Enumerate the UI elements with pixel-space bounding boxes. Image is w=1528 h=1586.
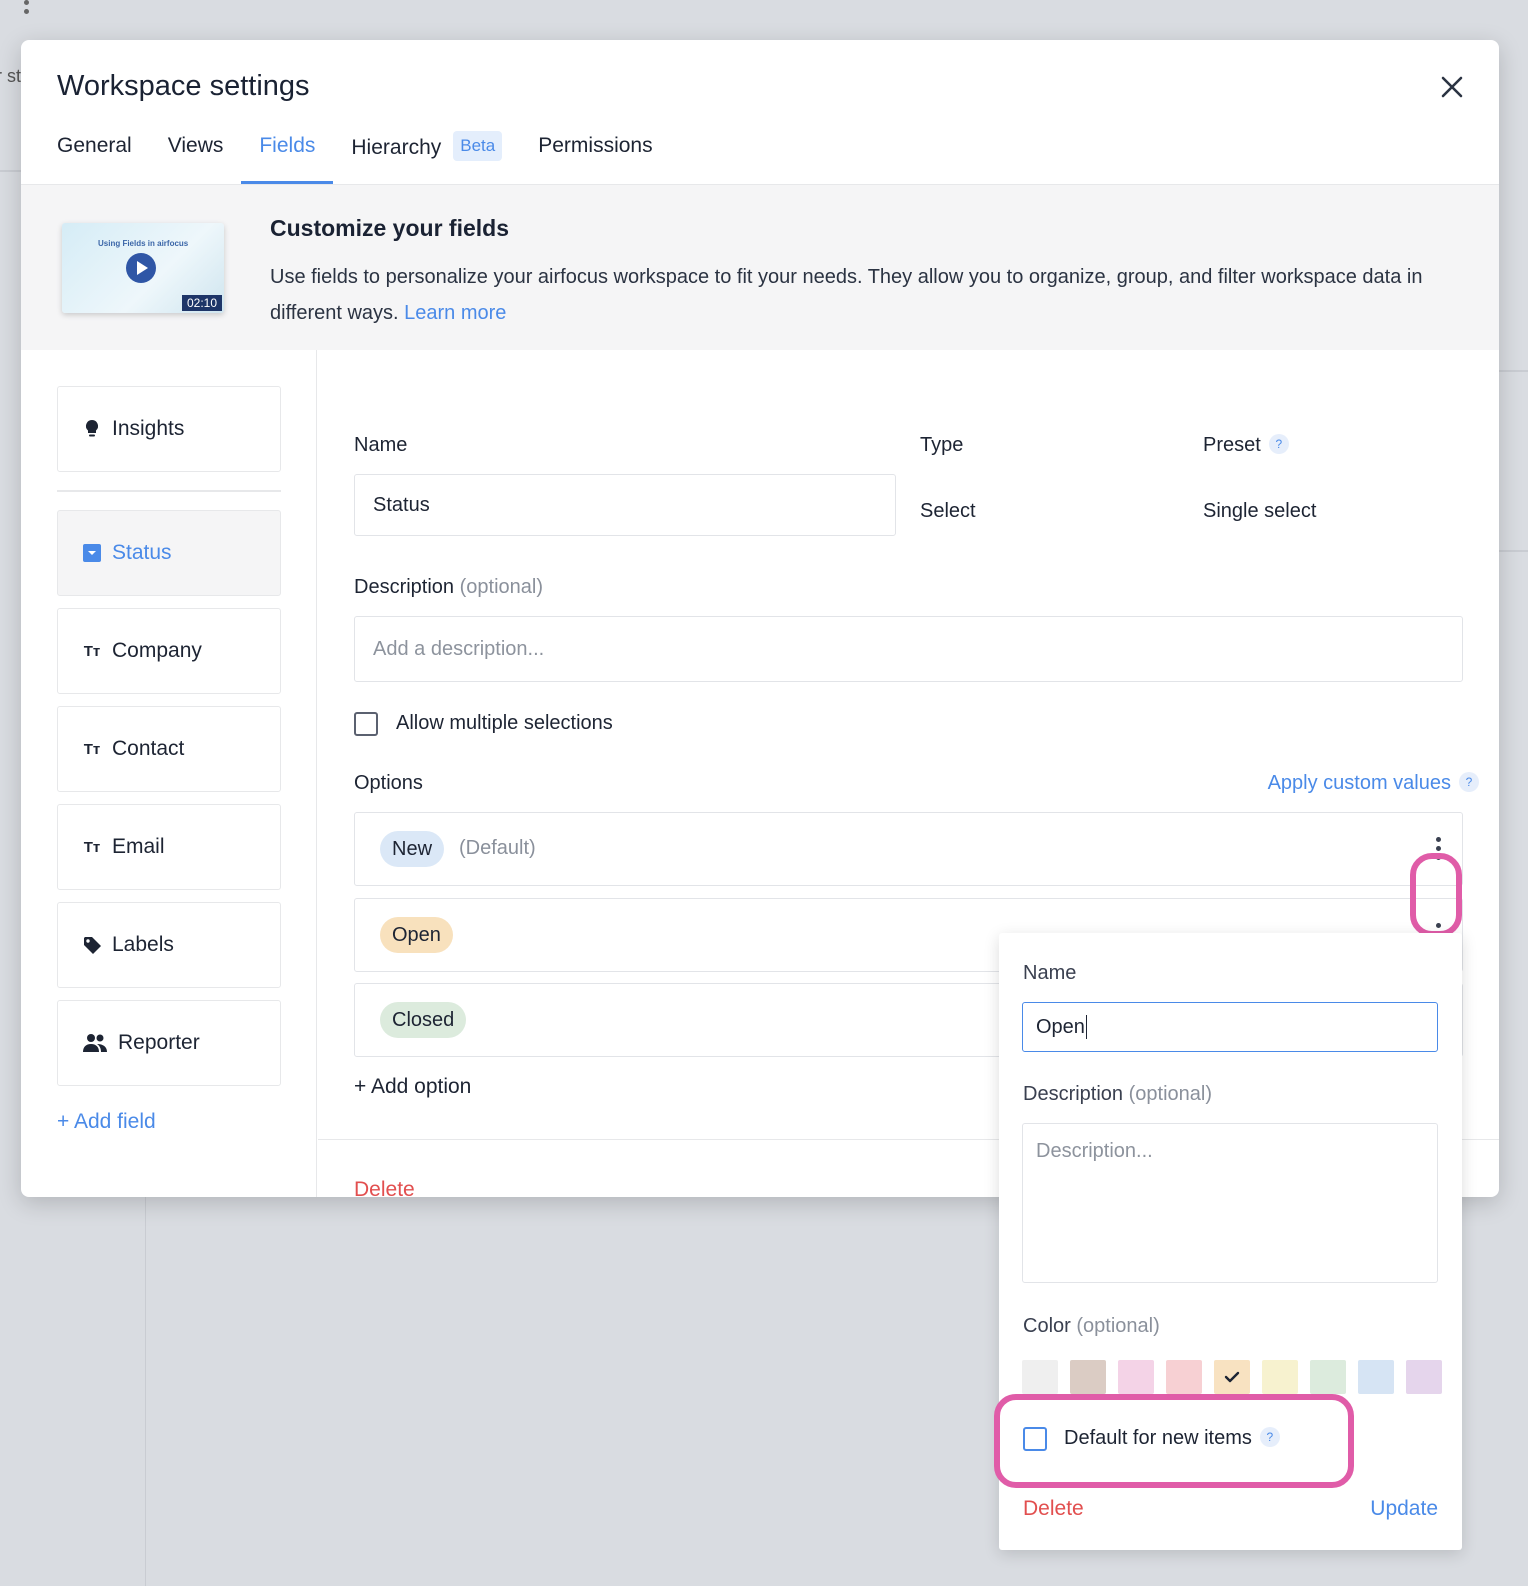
field-name-input[interactable]: Status	[354, 474, 896, 536]
apply-custom-values-link[interactable]: Apply custom values	[1268, 772, 1451, 794]
color-swatch[interactable]	[1262, 1360, 1298, 1394]
text-icon: Tт	[83, 642, 101, 660]
option-description-label: Description (optional)	[1023, 1083, 1212, 1105]
sidebar-item-label: Contact	[112, 737, 185, 760]
options-label: Options	[354, 772, 423, 794]
default-for-new-items-label: Default for new items?	[1064, 1426, 1280, 1450]
sidebar-item-labels[interactable]: Labels	[57, 902, 281, 988]
video-caption: Using Fields in airfocus	[98, 239, 189, 248]
banner-text: Use fields to personalize your airfocus …	[270, 266, 1423, 324]
sidebar-item-label: Insights	[112, 417, 185, 440]
option-pill: Open	[380, 917, 453, 953]
color-swatch[interactable]	[1070, 1360, 1106, 1394]
default-note: (Default)	[459, 837, 536, 859]
color-swatch[interactable]	[1406, 1360, 1442, 1394]
text-icon: Tт	[83, 838, 101, 856]
sidebar-separator	[57, 490, 281, 492]
name-label: Name	[354, 434, 408, 456]
sidebar-item-insights[interactable]: Insights	[57, 386, 281, 472]
default-for-new-items-checkbox[interactable]	[1023, 1427, 1047, 1451]
add-field-button[interactable]: + Add field	[57, 1110, 156, 1134]
tab-general[interactable]: General	[57, 124, 150, 184]
background-divider	[145, 1197, 146, 1586]
apply-custom-values: Apply custom values?	[1268, 771, 1479, 795]
text-icon: Tт	[83, 740, 101, 758]
color-swatches	[1022, 1360, 1442, 1394]
background-kebab-icon	[24, 0, 30, 18]
sidebar-item-label: Labels	[112, 933, 174, 956]
fields-sidebar: Insights Status Tт Company Tт Contact Tт…	[21, 350, 317, 1197]
play-icon[interactable]	[126, 253, 156, 283]
users-icon	[82, 1033, 108, 1053]
tab-permissions[interactable]: Permissions	[520, 124, 670, 184]
color-swatch[interactable]	[1118, 1360, 1154, 1394]
type-label: Type	[920, 434, 964, 456]
learn-more-link[interactable]: Learn more	[404, 302, 506, 324]
color-swatch[interactable]	[1358, 1360, 1394, 1394]
option-editor-popover: Name Open Description (optional) Descrip…	[999, 933, 1462, 1550]
preset-value: Single select	[1203, 500, 1317, 522]
sidebar-item-label: Status	[112, 541, 172, 564]
video-duration: 02:10	[181, 295, 222, 311]
tab-hierarchy[interactable]: Hierarchy Beta	[333, 124, 520, 184]
delete-option-button[interactable]: Delete	[1023, 1497, 1084, 1521]
option-description-input[interactable]: Description...	[1022, 1123, 1438, 1283]
help-icon[interactable]: ?	[1268, 433, 1289, 454]
tab-views[interactable]: Views	[150, 124, 242, 184]
description-label: Description (optional)	[354, 576, 543, 598]
field-description-input[interactable]: Add a description...	[354, 616, 1463, 682]
beta-badge: Beta	[453, 131, 503, 161]
color-swatch-selected[interactable]	[1214, 1360, 1250, 1394]
color-swatch[interactable]	[1310, 1360, 1346, 1394]
update-option-button[interactable]: Update	[1370, 1497, 1438, 1521]
sidebar-item-reporter[interactable]: Reporter	[57, 1000, 281, 1086]
option-name-input[interactable]: Open	[1022, 1002, 1438, 1052]
option-menu-icon[interactable]	[1432, 835, 1444, 863]
background-divider	[1499, 370, 1528, 372]
close-icon[interactable]	[1437, 72, 1467, 102]
sidebar-item-email[interactable]: Tт Email	[57, 804, 281, 890]
fields-info-banner: Using Fields in airfocus 02:10 Customize…	[21, 184, 1499, 350]
check-icon	[1224, 1371, 1240, 1383]
color-swatch[interactable]	[1166, 1360, 1202, 1394]
option-pill: New	[380, 831, 445, 867]
delete-field-button[interactable]: Delete	[354, 1178, 415, 1197]
tag-icon	[82, 936, 102, 955]
add-option-button[interactable]: + Add option	[354, 1075, 471, 1099]
background-divider	[0, 170, 21, 172]
lightbulb-icon	[82, 419, 102, 439]
preset-label: Preset?	[1203, 433, 1289, 457]
option-name-label: Name	[1023, 962, 1077, 984]
background-text: r st	[0, 66, 21, 86]
tab-fields[interactable]: Fields	[241, 124, 334, 184]
help-icon[interactable]: ?	[1259, 1426, 1280, 1447]
type-value: Select	[920, 500, 976, 522]
sidebar-item-company[interactable]: Tт Company	[57, 608, 281, 694]
option-row-new[interactable]: New (Default)	[354, 812, 1463, 886]
select-icon	[82, 544, 102, 562]
text-caret	[1085, 1015, 1088, 1039]
sidebar-item-label: Company	[112, 639, 202, 662]
sidebar-item-label: Email	[112, 835, 165, 858]
allow-multiple-checkbox[interactable]	[354, 712, 378, 736]
background-divider	[1499, 550, 1528, 552]
sidebar-item-label: Reporter	[118, 1031, 200, 1054]
color-swatch[interactable]	[1022, 1360, 1058, 1394]
modal-title: Workspace settings	[57, 70, 310, 102]
sidebar-item-contact[interactable]: Tт Contact	[57, 706, 281, 792]
option-color-label: Color (optional)	[1023, 1315, 1160, 1337]
settings-tabs: General Views Fields Hierarchy Beta Permi…	[57, 124, 671, 184]
help-icon[interactable]: ?	[1459, 771, 1479, 792]
option-pill: Closed	[380, 1002, 467, 1038]
allow-multiple-label: Allow multiple selections	[396, 712, 613, 734]
video-thumbnail[interactable]: Using Fields in airfocus 02:10	[62, 223, 224, 313]
banner-title: Customize your fields	[270, 215, 509, 241]
sidebar-item-status[interactable]: Status	[57, 510, 281, 596]
